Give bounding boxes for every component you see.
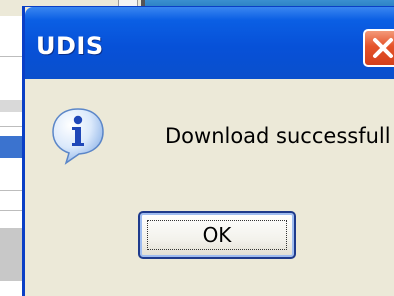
ok-button-label: OK [202, 223, 232, 247]
dialog-title: UDIS [36, 32, 104, 60]
dialog-titlebar[interactable]: UDIS [25, 7, 394, 79]
info-icon [52, 108, 104, 165]
ok-button[interactable]: OK [138, 211, 296, 259]
close-icon [373, 38, 393, 58]
dialog-message: Download successfull [165, 124, 391, 148]
close-button[interactable] [363, 29, 394, 67]
message-dialog: UDIS Download successfull OK [22, 6, 394, 296]
